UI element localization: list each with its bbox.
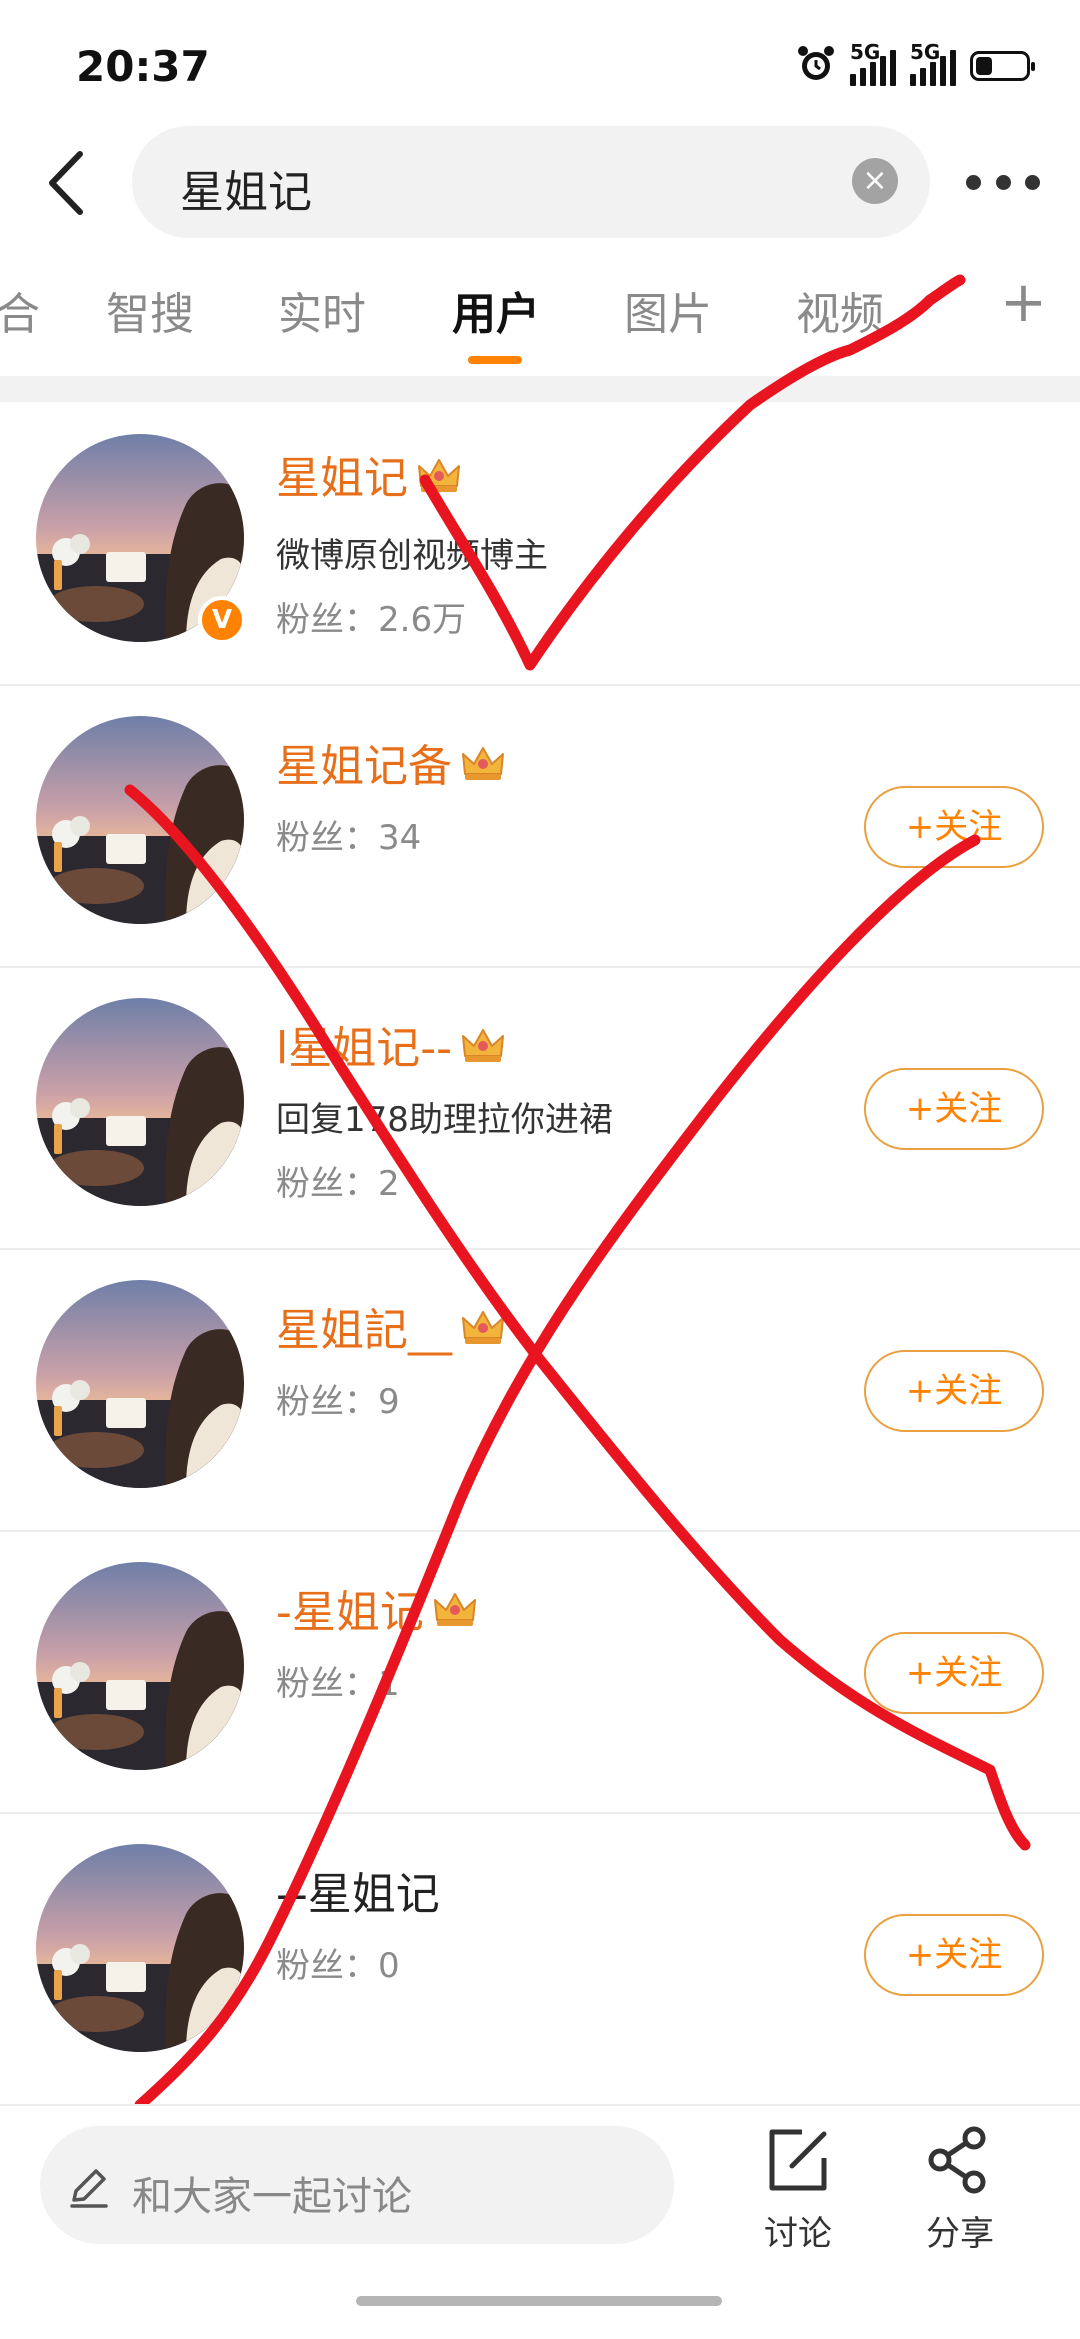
- avatar[interactable]: [36, 1562, 244, 1770]
- avatar[interactable]: [36, 1844, 244, 2052]
- username[interactable]: -星姐记: [276, 1576, 478, 1641]
- fans-label: 粉丝：: [276, 600, 378, 640]
- compose-icon: [769, 2129, 827, 2191]
- fans-label: 粉丝：: [276, 1946, 378, 1986]
- username-text: -星姐记: [276, 1587, 424, 1638]
- tab-smart-search[interactable]: 智搜: [106, 278, 194, 342]
- pen-icon: [66, 2164, 112, 2214]
- crown-icon: [432, 1590, 478, 1641]
- alarm-icon: [796, 44, 836, 88]
- username[interactable]: 星姐记备: [276, 730, 506, 795]
- share-icon: [928, 2126, 986, 2194]
- user-description: 微博原创视频博主: [276, 536, 548, 576]
- discuss-button[interactable]: 讨论: [746, 2124, 850, 2254]
- user-row[interactable]: l星姐记-- 回复178助理拉你进裙 粉丝：2 +关注: [0, 968, 1080, 1250]
- fans-value: 0: [378, 1946, 400, 1986]
- verified-icon: V: [198, 596, 246, 644]
- user-row[interactable]: --星姐记 粉丝：0 +关注: [0, 1814, 1080, 2096]
- tab-users[interactable]: 用户: [452, 278, 540, 342]
- crown-icon: [460, 1026, 506, 1077]
- status-icons: 5G 5G: [796, 40, 1035, 88]
- fans-value: 9: [378, 1382, 400, 1422]
- fans-count: 粉丝：34: [276, 810, 421, 859]
- status-time: 20:37: [76, 42, 210, 91]
- avatar[interactable]: [36, 716, 244, 924]
- share-button[interactable]: 分享: [908, 2124, 1012, 2254]
- follow-button[interactable]: +关注: [864, 786, 1044, 868]
- discuss-label: 讨论: [764, 2214, 832, 2254]
- tab-images[interactable]: 图片: [624, 278, 712, 342]
- username-text: 星姐记: [276, 453, 408, 504]
- fans-count: 粉丝：0: [276, 1938, 400, 1987]
- fans-value: 2: [378, 1164, 400, 1204]
- back-button[interactable]: [40, 148, 92, 218]
- signal-label: 5G: [850, 40, 881, 64]
- tab-realtime[interactable]: 实时: [278, 278, 366, 342]
- fans-label: 粉丝：: [276, 1382, 378, 1422]
- username[interactable]: --星姐记: [276, 1858, 440, 1922]
- fans-count: 粉丝：1: [276, 1656, 400, 1705]
- avatar[interactable]: [36, 998, 244, 1206]
- username-text: 星姐记备: [276, 741, 452, 792]
- discussion-placeholder: 和大家一起讨论: [132, 2174, 412, 2220]
- follow-button[interactable]: +关注: [864, 1068, 1044, 1150]
- tab-bar: 合 智搜 实时 用户 图片 视频 +: [0, 270, 1080, 368]
- user-description: 回复178助理拉你进裙: [276, 1100, 613, 1140]
- user-row[interactable]: 星姐記__ 粉丝：9 +关注: [0, 1250, 1080, 1532]
- follow-button[interactable]: +关注: [864, 1632, 1044, 1714]
- battery-icon: [970, 51, 1035, 81]
- search-input[interactable]: 星姐记: [180, 156, 312, 220]
- crown-icon: [460, 744, 506, 795]
- fans-label: 粉丝：: [276, 1164, 378, 1204]
- fans-value: 34: [378, 818, 422, 858]
- section-divider: [0, 376, 1080, 402]
- avatar[interactable]: [36, 1280, 244, 1488]
- more-icon[interactable]: [966, 160, 1040, 204]
- user-row[interactable]: -星姐记 粉丝：1 +关注: [0, 1532, 1080, 1814]
- fans-label: 粉丝：: [276, 1664, 378, 1704]
- chevron-left-icon: [49, 151, 83, 215]
- follow-button[interactable]: +关注: [864, 1350, 1044, 1432]
- username[interactable]: l星姐记--: [276, 1012, 506, 1077]
- user-row[interactable]: V 星姐记 微博原创视频博主 粉丝：2.6万: [0, 404, 1080, 686]
- username-text: 星姐記__: [276, 1305, 452, 1356]
- tab-videos[interactable]: 视频: [796, 278, 884, 342]
- signal-label: 5G: [910, 40, 941, 64]
- crown-icon: [460, 1308, 506, 1359]
- clear-icon[interactable]: ×: [852, 158, 898, 204]
- fans-count: 粉丝：2.6万: [276, 592, 466, 641]
- crown-icon: [416, 456, 462, 507]
- add-tab-icon[interactable]: +: [1000, 270, 1047, 335]
- tab-comprehensive[interactable]: 合: [0, 278, 40, 342]
- username[interactable]: 星姐記__: [276, 1294, 506, 1359]
- fans-count: 粉丝：9: [276, 1374, 400, 1423]
- username-text: l星姐记--: [276, 1023, 452, 1074]
- signal-icon: 5G: [850, 40, 896, 86]
- username-text: --星姐记: [276, 1869, 440, 1920]
- home-indicator[interactable]: [356, 2296, 722, 2306]
- username[interactable]: 星姐记: [276, 442, 462, 507]
- signal-icon: 5G: [910, 40, 956, 86]
- fans-label: 粉丝：: [276, 818, 378, 858]
- active-tab-indicator: [468, 356, 522, 364]
- share-label: 分享: [926, 2214, 994, 2254]
- fans-value: 2.6万: [378, 600, 467, 640]
- user-row[interactable]: 星姐记备 粉丝：34 +关注: [0, 686, 1080, 968]
- fans-value: 1: [378, 1664, 400, 1704]
- fans-count: 粉丝：2: [276, 1156, 400, 1205]
- follow-button[interactable]: +关注: [864, 1914, 1044, 1996]
